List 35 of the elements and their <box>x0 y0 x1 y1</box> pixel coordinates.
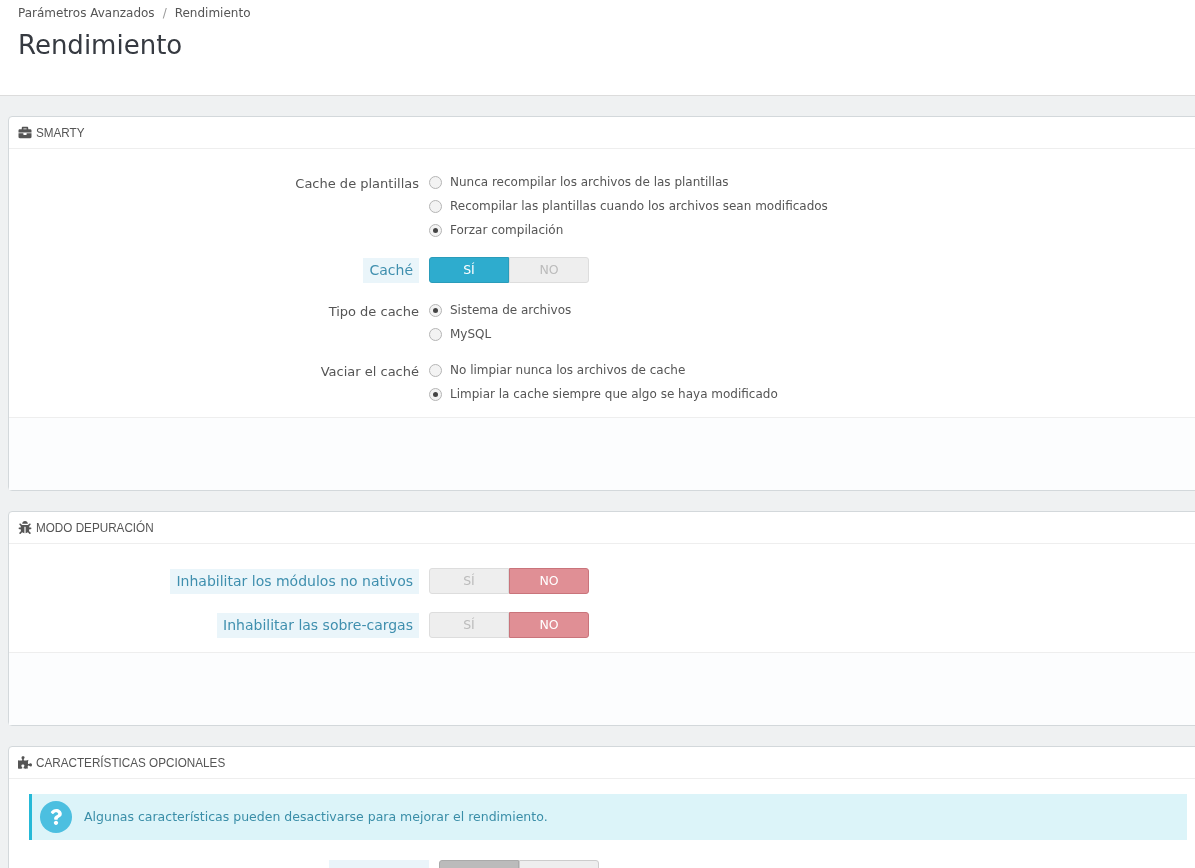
radio-label: MySQL <box>450 326 492 343</box>
field-label: Caché <box>363 257 419 283</box>
puzzle-icon <box>18 756 32 769</box>
radio-label: Recompilar las plantillas cuando los archivos sean modificados <box>450 198 828 215</box>
radio-button[interactable] <box>429 199 442 213</box>
panel-title: SMARTY <box>36 123 85 142</box>
breadcrumb-link[interactable]: Parámetros Avanzados <box>18 4 155 22</box>
radio-button[interactable] <box>429 303 442 317</box>
radio-label: No limpiar nunca los archivos de cache <box>450 362 686 379</box>
page-title: Rendimiento <box>18 29 184 62</box>
radio-label: Sistema de archivos <box>450 302 572 319</box>
field-label: Tipo de cache <box>328 303 419 321</box>
radio-button[interactable] <box>429 175 442 189</box>
breadcrumb-link[interactable]: Rendimiento <box>174 4 251 22</box>
radio-button[interactable] <box>429 223 442 237</box>
radio-button[interactable] <box>429 363 442 377</box>
panel-title: MODO DEPURACIÓN <box>36 518 154 537</box>
radio-button[interactable] <box>429 327 442 341</box>
field-label: Vaciar el caché <box>320 363 419 381</box>
bug-icon <box>18 521 32 534</box>
radio-label: Nunca recompilar los archivos de las plantillas <box>450 174 729 191</box>
breadcrumb-separator: / <box>162 5 167 22</box>
briefcase-icon <box>18 126 32 139</box>
toggle-option[interactable]: NO <box>509 568 589 594</box>
question-icon <box>40 801 72 833</box>
field-label: Inhabilitar las sobre-cargas <box>217 612 419 638</box>
field-label: Inhabilitar los módulos no nativos <box>170 568 419 594</box>
toggle-option[interactable]: SÍ <box>429 257 509 283</box>
radio-label: Forzar compilación <box>450 222 564 239</box>
radio-button[interactable] <box>429 387 442 401</box>
radio-label: Limpiar la cache siempre que algo se haya modificado <box>450 386 778 403</box>
field-label: Cache de plantillas <box>295 175 419 193</box>
alert-text: Algunas características pueden desactivarse para mejorar el rendimiento. <box>84 807 548 826</box>
toggle-option[interactable]: NO <box>509 612 589 638</box>
panel-title: CARACTERÍSTICAS OPCIONALES <box>36 753 226 772</box>
